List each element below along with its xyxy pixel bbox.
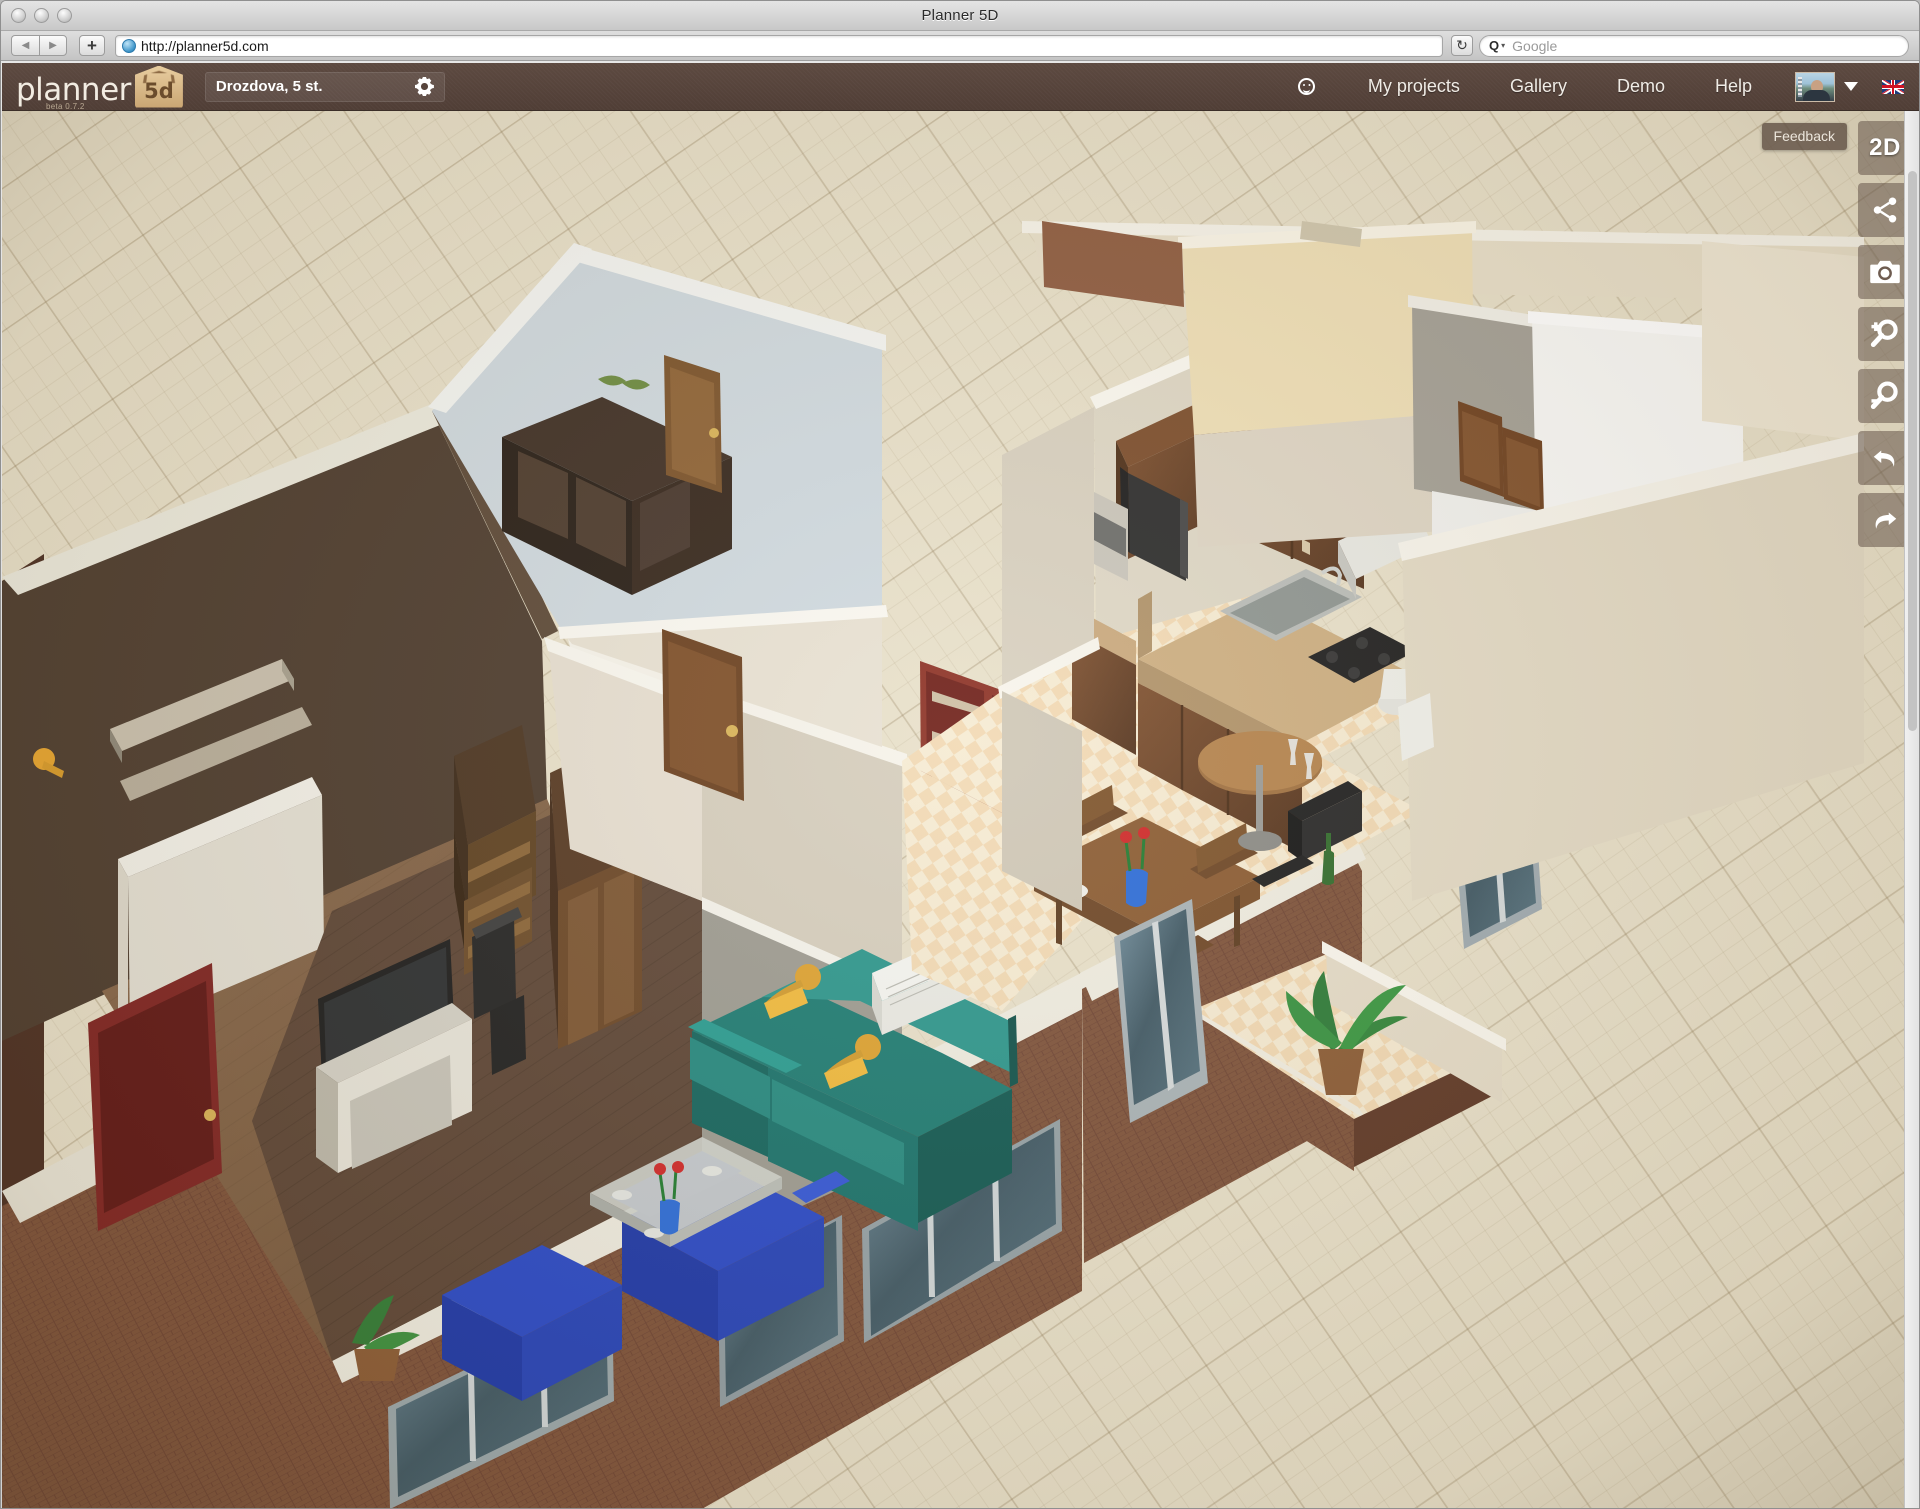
scrollbar-thumb[interactable]: [1908, 171, 1917, 731]
project-name-field[interactable]: Drozdova, 5 st.: [204, 71, 445, 102]
share-icon: [1873, 197, 1897, 223]
undo-icon: [1873, 450, 1895, 467]
browser-window: Planner 5D ◀ ▶ + http://planner5d.com ↻ …: [0, 0, 1920, 1509]
window-traffic-lights[interactable]: [11, 8, 72, 23]
close-window-button[interactable]: [11, 8, 26, 23]
search-placeholder: Google: [1512, 37, 1558, 54]
window-title: Planner 5D: [921, 7, 999, 24]
language-flag-icon[interactable]: [1882, 79, 1904, 94]
search-icon: Q: [1489, 38, 1500, 53]
browser-titlebar: Planner 5D: [1, 1, 1919, 31]
zoom-in-icon: [1870, 319, 1898, 348]
planner5d-app: planner 5d beta 0.7.2 Drozdova, 5 st. My…: [2, 63, 1919, 1508]
redo-icon: [1875, 512, 1897, 529]
address-bar[interactable]: http://planner5d.com: [115, 34, 1443, 57]
chevron-down-icon[interactable]: ▾: [1501, 41, 1505, 50]
new-tab-button[interactable]: +: [79, 35, 105, 56]
logo-badge-text: 5d: [144, 78, 174, 103]
smiley-icon[interactable]: [1297, 78, 1315, 95]
door-upper-left: [664, 355, 722, 493]
avatar[interactable]: [1795, 71, 1835, 102]
globe-icon: [122, 38, 136, 53]
chevron-down-icon[interactable]: [1844, 82, 1858, 91]
app-nav: My projects Gallery Demo Help: [1297, 71, 1919, 102]
app-logo[interactable]: planner 5d beta 0.7.2: [16, 65, 183, 111]
search-field[interactable]: Q ▾ Google: [1479, 34, 1909, 57]
browser-toolbar: ◀ ▶ + http://planner5d.com ↻ Q ▾ Google: [1, 31, 1919, 61]
balcony-sliding-door: [1114, 899, 1208, 1123]
nav-item-my-projects[interactable]: My projects: [1343, 76, 1485, 97]
feedback-button[interactable]: Feedback: [1761, 123, 1847, 150]
forward-button[interactable]: ▶: [39, 35, 67, 56]
vertical-scrollbar[interactable]: [1904, 111, 1919, 1508]
nav-item-demo[interactable]: Demo: [1592, 76, 1690, 97]
nav-item-help[interactable]: Help: [1690, 76, 1777, 97]
minimize-window-button[interactable]: [34, 8, 49, 23]
back-button[interactable]: ◀: [11, 35, 39, 56]
floorplan-3d-render[interactable]: [2, 111, 1919, 1508]
gear-icon[interactable]: [415, 77, 434, 96]
nav-item-gallery[interactable]: Gallery: [1485, 76, 1592, 97]
3d-viewport[interactable]: Feedback 2D: [2, 111, 1919, 1508]
zoom-window-button[interactable]: [57, 8, 72, 23]
zoom-out-icon: [1870, 381, 1898, 410]
address-bar-value: http://planner5d.com: [141, 37, 269, 54]
app-header: planner 5d beta 0.7.2 Drozdova, 5 st. My…: [2, 63, 1919, 111]
camera-icon: [1870, 260, 1900, 284]
logo-badge-icon: 5d: [134, 65, 183, 108]
reload-button[interactable]: ↻: [1451, 35, 1473, 56]
nav-buttons[interactable]: ◀ ▶: [11, 35, 67, 56]
logo-version: beta 0.7.2: [46, 101, 85, 111]
project-name-value: Drozdova, 5 st.: [215, 78, 323, 95]
